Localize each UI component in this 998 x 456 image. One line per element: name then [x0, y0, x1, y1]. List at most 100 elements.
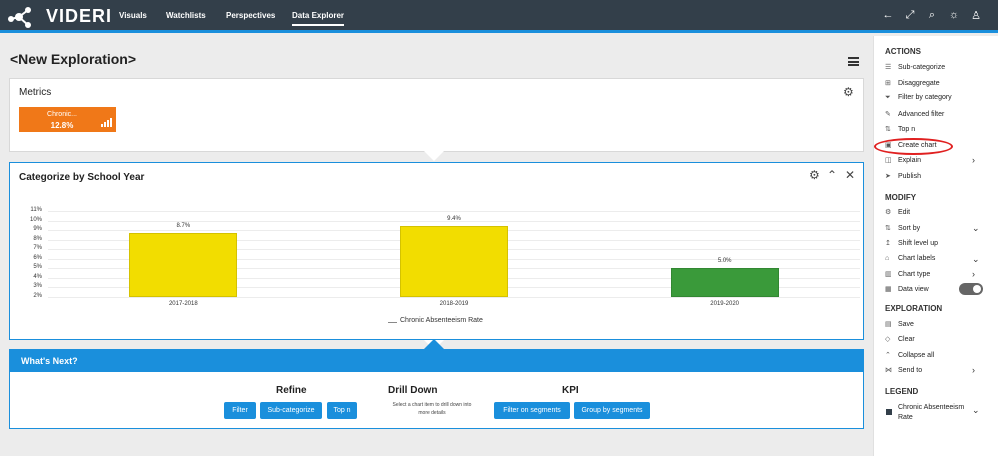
- hamburger-menu-icon[interactable]: [848, 57, 859, 66]
- filter-button[interactable]: Filter: [224, 402, 256, 419]
- eraser-icon: ◇: [885, 336, 891, 343]
- legend-heading: LEGEND: [885, 387, 919, 396]
- action-publish[interactable]: ➤ Publish: [885, 172, 985, 183]
- gear-icon: ⚙: [885, 209, 892, 216]
- categorize-title: Categorize by School Year: [19, 172, 145, 183]
- y-tick-label: 3%: [33, 283, 42, 290]
- bar-value-label: 9.4%: [447, 216, 461, 223]
- legend-chevron-icon[interactable]: ⌄: [972, 405, 980, 416]
- app-name: VIDERI: [46, 6, 113, 26]
- sort-icon: ⇅: [885, 225, 891, 232]
- whats-next-panel: What's Next? Refine Filter Sub-categoriz…: [9, 349, 864, 429]
- disaggregate-icon: ⊞: [885, 80, 891, 87]
- metric-value: 12.8%: [50, 121, 74, 130]
- legend-item-label: Chronic Absenteeism Rate: [898, 404, 965, 421]
- action-explain[interactable]: ◫ Explain: [885, 156, 985, 167]
- action-disaggregate[interactable]: ⊞ Disaggregate: [885, 79, 985, 90]
- nav-watchlists[interactable]: Watchlists: [166, 11, 206, 20]
- sort-by-chevron-icon[interactable]: ⌄: [972, 223, 980, 234]
- share-icon: ⋈: [885, 367, 892, 374]
- modify-heading: MODIFY: [885, 193, 917, 202]
- group-by-segments-button[interactable]: Group by segments: [574, 402, 650, 419]
- chart-type-chevron-icon[interactable]: ›: [972, 269, 975, 279]
- exploration-save[interactable]: ▤ Save: [885, 320, 985, 331]
- bar-value-label: 5.0%: [717, 258, 732, 265]
- legend-line-icon: [388, 322, 397, 323]
- chart-legend-label: Chronic Absenteeism Rate: [400, 317, 483, 324]
- page-title: <New Exploration>: [10, 51, 137, 67]
- y-tick-label: 8%: [33, 235, 42, 242]
- explain-icon: ◫: [885, 157, 892, 164]
- close-icon[interactable]: ✕: [845, 168, 855, 182]
- exploration-clear[interactable]: ◇ Clear: [885, 335, 985, 346]
- metric-tile[interactable]: Chronic... 12.8%: [19, 107, 116, 132]
- y-tick-label: 6%: [33, 254, 42, 261]
- sort-icon: ⇅: [885, 126, 891, 133]
- nav-visuals[interactable]: Visuals: [119, 11, 147, 20]
- whats-next-title: What's Next?: [10, 350, 863, 372]
- back-arrow-icon[interactable]: ←: [881, 9, 895, 21]
- y-tick-label: 4%: [33, 273, 42, 280]
- legend-swatch: [886, 409, 892, 415]
- bar-value-label: 8.7%: [176, 222, 191, 229]
- funnel-icon: ⏷: [885, 94, 891, 101]
- explain-chevron-icon[interactable]: ›: [972, 155, 975, 165]
- exploration-collapse-all[interactable]: ⌃ Collapse all: [885, 351, 985, 362]
- kpi-title: KPI: [562, 385, 579, 396]
- collapse-icon: ⌃: [885, 352, 891, 359]
- level-up-icon: ↥: [885, 240, 891, 247]
- refine-title: Refine: [276, 385, 307, 396]
- metrics-settings-gear-icon[interactable]: ⚙: [843, 85, 854, 99]
- bar-chart-icon: ▥: [885, 271, 892, 278]
- search-icon[interactable]: ⌕: [925, 9, 939, 22]
- categorize-panel: Categorize by School Year ⚙ ⌃ ✕ 11% 10% 9%…: [9, 162, 864, 340]
- create-chart-highlight-circle: [874, 138, 953, 155]
- collapse-up-icon[interactable]: ⌃: [827, 168, 837, 182]
- grid-line: [48, 297, 860, 298]
- metric-name: Chronic...: [47, 111, 77, 118]
- top-n-button[interactable]: Top n: [327, 402, 357, 419]
- videri-logo-icon[interactable]: [7, 6, 33, 28]
- action-top-n[interactable]: ⇅ Top n: [885, 125, 985, 136]
- drill-down-title: Drill Down: [388, 385, 438, 396]
- bar-2018-2019[interactable]: [400, 226, 508, 297]
- action-filter-by-category[interactable]: ⏷ Filter by category: [885, 94, 985, 105]
- modify-chart-type[interactable]: ▥ Chart type: [885, 270, 985, 281]
- list-icon: ☰: [885, 64, 892, 71]
- user-icon[interactable]: ♙: [969, 9, 983, 22]
- action-advanced-filter[interactable]: ✎ Advanced filter: [885, 110, 985, 121]
- metrics-title: Metrics: [19, 87, 52, 98]
- modify-chart-labels[interactable]: ⌂ Chart labels: [885, 255, 985, 266]
- top-navigation-bar: VIDERI Visuals Watchlists Perspectives D…: [0, 0, 998, 33]
- sub-categorize-button[interactable]: Sub-categorize: [260, 402, 322, 419]
- modify-sort-by[interactable]: ⇅ Sort by: [885, 224, 985, 235]
- bar-2017-2018[interactable]: [129, 232, 238, 297]
- x-tick-label: 2017-2018: [168, 301, 198, 307]
- grid-line: [48, 211, 860, 212]
- modify-edit[interactable]: ⚙ Edit: [885, 208, 985, 219]
- actions-heading: ACTIONS: [885, 47, 921, 56]
- exploration-send-to[interactable]: ⋈ Send to: [885, 366, 985, 377]
- modify-shift-level-up[interactable]: ↥ Shift level up: [885, 239, 985, 250]
- data-view-toggle[interactable]: [959, 283, 983, 295]
- expand-icon[interactable]: ⤢: [903, 9, 917, 22]
- chart-labels-chevron-icon[interactable]: ⌄: [972, 254, 980, 265]
- x-tick-label: 2019-2020: [710, 301, 739, 307]
- y-tick-label: 10%: [29, 216, 42, 223]
- nav-data-explorer[interactable]: Data Explorer: [292, 11, 345, 26]
- y-tick-label: 5%: [33, 264, 42, 271]
- action-sub-categorize[interactable]: ☰ Sub-categorize: [885, 63, 985, 74]
- y-tick-label: 2%: [33, 293, 42, 299]
- nav-perspectives[interactable]: Perspectives: [226, 11, 275, 20]
- lightbulb-icon[interactable]: ☼: [947, 9, 961, 21]
- send-icon: ➤: [885, 173, 891, 180]
- send-to-chevron-icon[interactable]: ›: [972, 365, 975, 375]
- metrics-notch: [424, 151, 444, 161]
- bar-2019-2020[interactable]: [670, 268, 779, 297]
- x-tick-label: 2018-2019: [439, 301, 469, 307]
- tag-icon: ⌂: [885, 255, 890, 262]
- whats-next-notch: [424, 339, 444, 349]
- filter-on-segments-button[interactable]: Filter on segments: [494, 402, 570, 419]
- calendar-icon: ▦: [885, 286, 892, 293]
- chart-settings-gear-icon[interactable]: ⚙: [809, 168, 820, 182]
